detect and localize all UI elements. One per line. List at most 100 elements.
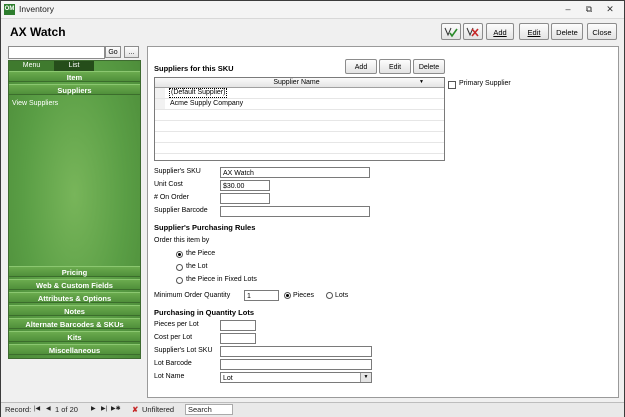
delete-button[interactable]: Delete: [551, 23, 583, 40]
record-position[interactable]: 1 of 20: [55, 405, 78, 414]
supplier-add-button[interactable]: Add: [345, 59, 377, 74]
unit-cost-label: Unit Cost: [154, 181, 183, 188]
table-header: Supplier Name ▼: [155, 78, 444, 88]
row-selector[interactable]: [155, 99, 165, 109]
order-by-piece-radio[interactable]: [176, 251, 183, 258]
primary-supplier-label: Primary Supplier: [459, 80, 511, 87]
edit-label: Edit: [527, 28, 541, 37]
previous-record-icon[interactable]: ◀: [46, 405, 51, 412]
add-label: Add: [493, 28, 507, 37]
nav-view-suppliers[interactable]: View Suppliers: [12, 100, 58, 107]
app-icon: OM: [4, 4, 15, 15]
sort-arrow-icon[interactable]: ▼: [419, 78, 429, 87]
pieces-per-lot-label: Pieces per Lot: [154, 321, 199, 328]
order-by-label: Order this item by: [154, 237, 210, 244]
pieces-label: Pieces: [293, 292, 315, 299]
table-row[interactable]: [155, 143, 444, 154]
order-by-lot-radio[interactable]: [176, 264, 183, 271]
lots-label: Lots: [335, 292, 349, 299]
on-order-label: # On Order: [154, 194, 190, 201]
page-title: AX Watch: [10, 25, 66, 39]
edit-button[interactable]: Edit: [519, 23, 549, 40]
spellcheck-icon: [444, 27, 458, 38]
order-by-lot-label: the Lot: [186, 263, 208, 270]
supplier-sku-input[interactable]: AX Watch: [220, 167, 370, 178]
cost-per-lot-input[interactable]: [220, 333, 256, 344]
quantity-lots-title: Purchasing in Quantity Lots: [154, 308, 255, 317]
table-row[interactable]: [155, 121, 444, 132]
primary-supplier-checkbox[interactable]: [448, 81, 456, 89]
cancel-check-icon: [466, 27, 479, 37]
restore-icon[interactable]: ⧉: [582, 3, 596, 15]
table-row[interactable]: [155, 132, 444, 143]
row-supplier-name: (Default Supplier): [169, 88, 228, 98]
add-button[interactable]: Add: [486, 23, 514, 40]
row-selector[interactable]: [155, 88, 165, 98]
suppliers-table[interactable]: Supplier Name ▼ (Default Supplier) Acme …: [154, 77, 445, 161]
order-by-fixed-lots-label: the Piece in Fixed Lots: [186, 276, 257, 283]
supplier-delete-button[interactable]: Delete: [413, 59, 445, 74]
filter-status[interactable]: Unfiltered: [142, 405, 174, 414]
table-row[interactable]: Acme Supply Company: [155, 99, 444, 110]
lots-radio[interactable]: [326, 292, 333, 299]
last-record-icon[interactable]: ▶|: [101, 405, 107, 412]
lot-name-select[interactable]: Lot ▼: [220, 372, 372, 383]
more-button[interactable]: ...: [124, 46, 139, 58]
left-navigation-panel: Menu List Item Suppliers View Suppliers …: [8, 60, 141, 359]
pieces-radio[interactable]: [284, 292, 291, 299]
panel-tabs: Menu List: [9, 61, 140, 71]
suppliers-section-title: Suppliers for this SKU: [154, 64, 234, 73]
nav-kits[interactable]: Kits: [9, 331, 140, 342]
supplier-barcode-label: Supplier Barcode: [154, 207, 208, 214]
lot-barcode-input[interactable]: [220, 359, 372, 370]
column-supplier-name[interactable]: Supplier Name: [165, 78, 428, 87]
tab-list[interactable]: List: [54, 61, 94, 71]
supplier-edit-button[interactable]: Edit: [379, 59, 411, 74]
go-button[interactable]: Go: [105, 46, 121, 58]
nav-web-custom-fields[interactable]: Web & Custom Fields: [9, 279, 140, 290]
status-bar: Record: |◀ ◀ 1 of 20 ▶ ▶| ▶✱ ✘ Unfiltere…: [1, 402, 624, 417]
order-by-piece-label: the Piece: [186, 250, 216, 257]
cancel-spellcheck-button[interactable]: [463, 23, 483, 40]
nav-alternate-barcodes[interactable]: Alternate Barcodes & SKUs: [9, 318, 140, 329]
record-label: Record:: [5, 405, 32, 414]
unit-cost-input[interactable]: $30.00: [220, 180, 270, 191]
lot-name-value: Lot: [223, 375, 233, 382]
table-row[interactable]: (Default Supplier): [155, 88, 444, 99]
lot-name-label: Lot Name: [154, 373, 185, 380]
min-order-qty-label: Minimum Order Quantity: [154, 292, 231, 299]
row-supplier-name: Acme Supply Company: [170, 100, 244, 107]
pieces-per-lot-input[interactable]: [220, 320, 256, 331]
close-button[interactable]: Close: [587, 23, 617, 40]
close-window-icon[interactable]: ✕: [603, 3, 617, 15]
spellcheck-button[interactable]: [441, 23, 461, 40]
nav-pricing[interactable]: Pricing: [9, 266, 140, 277]
tab-menu[interactable]: Menu: [9, 61, 54, 71]
new-record-icon[interactable]: ▶✱: [111, 405, 121, 412]
on-order-input[interactable]: [220, 193, 270, 204]
filter-icon[interactable]: ✘: [132, 405, 138, 414]
nav-miscellaneous[interactable]: Miscellaneous: [9, 344, 140, 355]
nav-search-input[interactable]: [8, 46, 105, 59]
next-record-icon[interactable]: ▶: [91, 405, 96, 412]
cost-per-lot-label: Cost per Lot: [154, 334, 193, 341]
minimize-icon[interactable]: –: [561, 3, 575, 15]
nav-attributes-options[interactable]: Attributes & Options: [9, 292, 140, 303]
purchasing-rules-title: Supplier's Purchasing Rules: [154, 223, 256, 232]
min-order-qty-input[interactable]: 1: [244, 290, 279, 301]
table-row[interactable]: [155, 110, 444, 121]
first-record-icon[interactable]: |◀: [34, 405, 40, 412]
order-by-fixed-lots-radio[interactable]: [176, 277, 183, 284]
supplier-barcode-input[interactable]: [220, 206, 370, 217]
window-title: Inventory: [19, 4, 54, 14]
status-search-input[interactable]: Search: [185, 404, 233, 415]
lot-sku-input[interactable]: [220, 346, 372, 357]
nav-suppliers[interactable]: Suppliers: [9, 84, 140, 95]
suppliers-content-panel: Suppliers for this SKU Add Edit Delete S…: [147, 46, 619, 398]
nav-item[interactable]: Item: [9, 71, 140, 82]
nav-notes[interactable]: Notes: [9, 305, 140, 316]
lot-sku-label: Supplier's Lot SKU: [154, 347, 213, 354]
chevron-down-icon[interactable]: ▼: [360, 373, 371, 382]
title-bar: OM Inventory – ⧉ ✕: [1, 1, 624, 19]
lot-barcode-label: Lot Barcode: [154, 360, 192, 367]
